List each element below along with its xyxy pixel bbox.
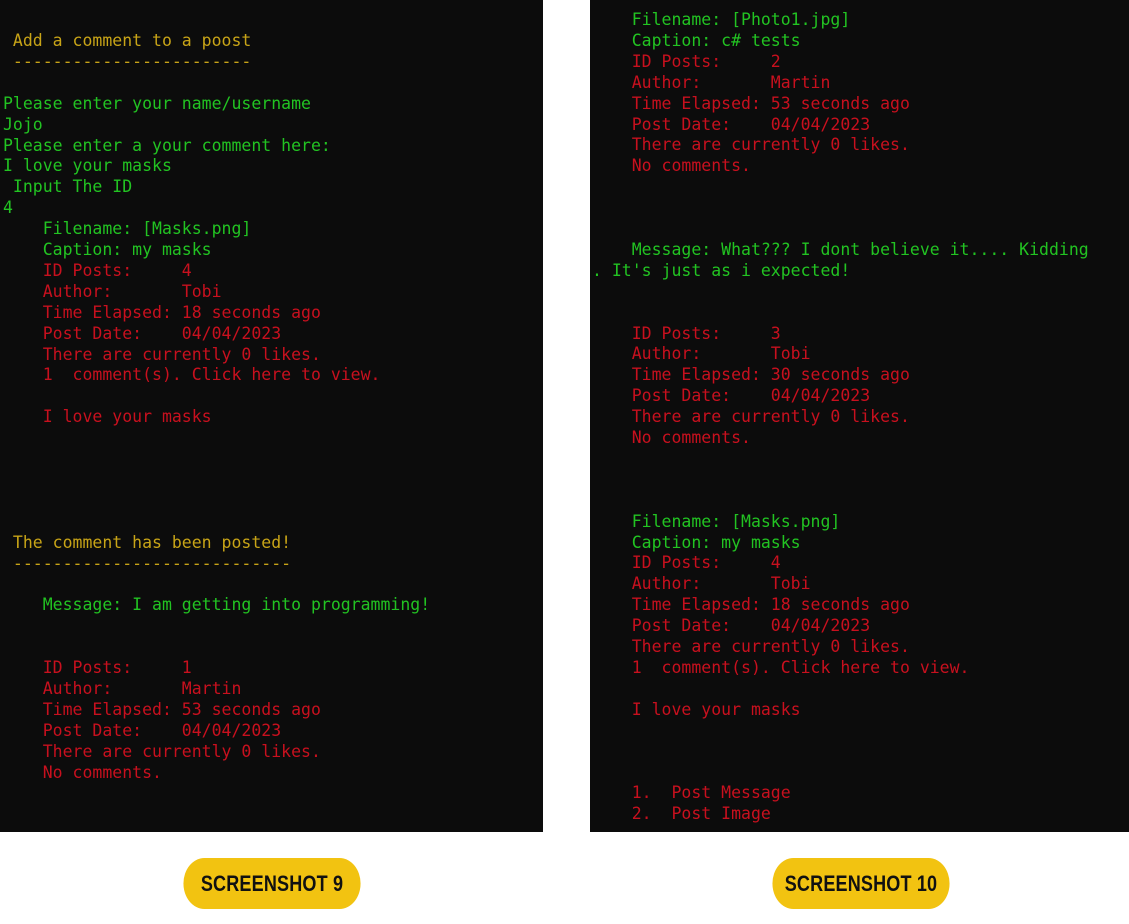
console-line: Time Elapsed: 18 seconds ago (592, 595, 910, 615)
console-line: I love your masks (3, 156, 172, 176)
console-line: Time Elapsed: 30 seconds ago (592, 365, 910, 385)
console-line: Caption: my masks (592, 532, 801, 552)
console-line: Filename: [Photo1.jpg] (592, 10, 851, 29)
console-line: There are currently 0 likes. (592, 407, 910, 427)
console-line: 1 comment(s). Click here to view. (3, 365, 381, 385)
console-line: 1 comment(s). Click here to view. (592, 657, 970, 677)
console-line: Time Elapsed: 53 seconds ago (592, 93, 910, 113)
console-window-screenshot-10: Filename: [Photo1.jpg] Caption: c# tests… (590, 0, 1129, 832)
console-window-screenshot-9: Add a comment to a poost ---------------… (0, 0, 543, 832)
console-line: Message: I am getting into programming! (3, 595, 431, 615)
console-line: No comments. (592, 156, 751, 176)
console-line: ID Posts: 4 (592, 553, 781, 573)
console-line: Post Date: 04/04/2023 (592, 386, 871, 406)
console-line: Post Date: 04/04/2023 (592, 114, 871, 134)
console-line: 2. Post Image (592, 804, 771, 824)
console-line: Filename: [Masks.png] (3, 219, 252, 239)
console-line: Post Date: 04/04/2023 (3, 720, 282, 740)
screenshot-10-label: SCREENSHOT 10 (772, 858, 950, 909)
console-line: Author: Martin (3, 678, 242, 698)
console-line: No comments. (3, 762, 162, 782)
console-line: Please enter a your comment here: (3, 135, 331, 155)
console-line: Post Date: 04/04/2023 (3, 323, 282, 343)
console-line: Please enter your name/username (3, 93, 311, 113)
console-line: ID Posts: 4 (3, 260, 192, 280)
console-line: Post Date: 04/04/2023 (592, 616, 871, 636)
console-line: Time Elapsed: 53 seconds ago (3, 699, 321, 719)
console-line: Filename: [Masks.png] (592, 511, 841, 531)
console-line: Message: What??? I dont believe it.... K… (592, 239, 1089, 259)
console-line: ------------------------ (3, 51, 252, 71)
console-line: ID Posts: 3 (592, 323, 781, 343)
console-line: ID Posts: 1 (3, 658, 192, 677)
console-line: There are currently 0 likes. (592, 135, 910, 155)
console-line: Time Elapsed: 18 seconds ago (3, 302, 321, 322)
console-line: 1. Post Message (592, 783, 791, 803)
console-line: Author: Tobi (3, 281, 222, 301)
console-line: ID Posts: 2 (592, 51, 781, 71)
console-line: There are currently 0 likes. (592, 637, 910, 656)
console-line: I love your masks (3, 407, 212, 427)
console-line: Caption: my masks (3, 240, 212, 259)
console-line: There are currently 0 likes. (3, 741, 321, 761)
screenshot-9-label: SCREENSHOT 9 (183, 858, 361, 909)
console-line: Author: Tobi (592, 574, 811, 594)
console-line: No comments. (592, 428, 751, 447)
console-line: Author: Martin (592, 72, 831, 92)
console-line: ---------------------------- (3, 553, 292, 573)
console-line: Add a comment to a poost (3, 31, 252, 50)
console-line: Caption: c# tests (592, 30, 801, 50)
console-line: There are currently 0 likes. (3, 344, 321, 364)
console-line: The comment has been posted! (3, 532, 292, 552)
console-line: Jojo (3, 114, 43, 134)
console-line: 4 (3, 198, 13, 218)
console-line: I love your masks (592, 699, 801, 719)
console-line: . It's just as i expected! (592, 260, 851, 280)
console-line: Input The ID (3, 177, 133, 197)
console-line: Author: Tobi (592, 344, 811, 364)
